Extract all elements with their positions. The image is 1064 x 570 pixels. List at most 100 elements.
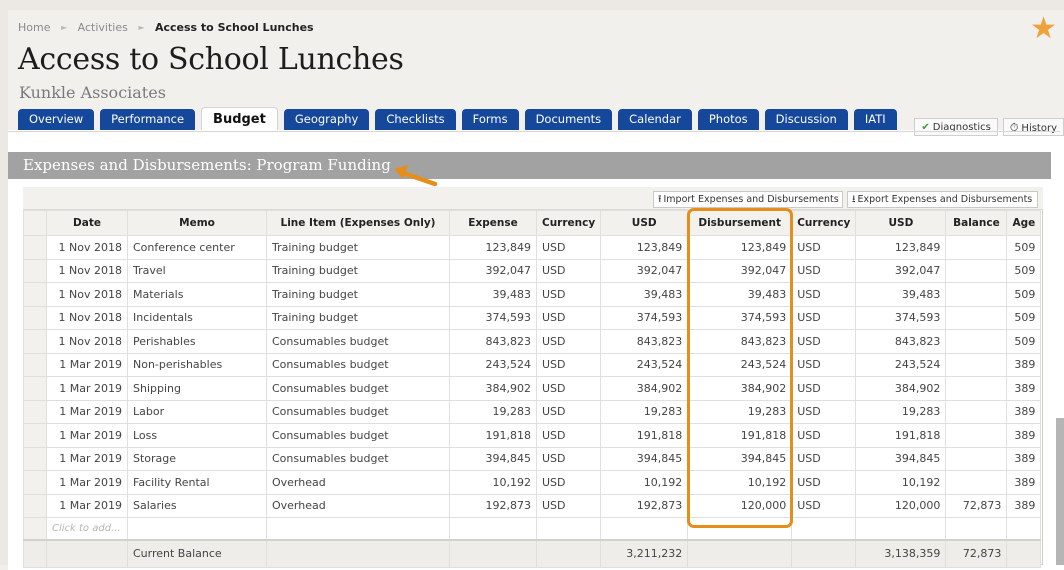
expense-cell[interactable]: 39,483 bbox=[449, 282, 537, 307]
tab-calendar[interactable]: Calendar bbox=[618, 109, 692, 130]
tab-budget[interactable]: Budget bbox=[201, 107, 278, 130]
memo-cell[interactable]: Loss bbox=[127, 423, 267, 448]
disbursement-cell[interactable]: 19,283 bbox=[687, 399, 793, 424]
add-row[interactable]: Click to add... bbox=[23, 517, 1042, 540]
memo-cell[interactable]: Labor bbox=[127, 399, 267, 424]
table-row[interactable]: 1 Mar 2019 Non-perishables Consumables bud… bbox=[23, 352, 1042, 377]
table-row[interactable]: 1 Mar 2019 Salaries Overhead 192,873 USD 192,… bbox=[23, 493, 1042, 518]
date-cell[interactable]: 1 Nov 2018 bbox=[46, 282, 128, 307]
disbursement-cell[interactable]: 123,849 bbox=[687, 235, 793, 260]
tab-discussion[interactable]: Discussion bbox=[764, 109, 848, 130]
expense-cell[interactable]: 374,593 bbox=[449, 305, 537, 330]
expense-cell[interactable]: 392,047 bbox=[449, 258, 537, 283]
table-row[interactable]: 1 Mar 2019 Labor Consumables budget 19,283 U… bbox=[23, 399, 1042, 424]
column-header-disbursement-usd[interactable]: USD bbox=[855, 210, 947, 236]
line-item-cell[interactable]: Training budget bbox=[266, 258, 450, 283]
memo-cell[interactable]: Conference center bbox=[127, 235, 267, 260]
table-row[interactable]: 1 Mar 2019 Facility Rental Overhead 10,192 U… bbox=[23, 470, 1042, 495]
disbursement-cell[interactable]: 243,524 bbox=[687, 352, 793, 377]
export-expenses-button[interactable]: ⭳ Export Expenses and Disbursements bbox=[847, 191, 1038, 208]
column-header-disbursement[interactable]: Disbursement bbox=[687, 210, 793, 236]
disbursement-currency-cell[interactable]: USD bbox=[791, 305, 857, 330]
currency-cell[interactable]: USD bbox=[535, 399, 602, 424]
date-cell[interactable]: 1 Mar 2019 bbox=[46, 493, 128, 518]
line-item-cell[interactable]: Consumables budget bbox=[266, 399, 450, 424]
vertical-scrollbar[interactable] bbox=[1056, 418, 1064, 565]
column-header-line-item[interactable]: Line Item (Expenses Only) bbox=[266, 210, 450, 236]
table-row[interactable]: 1 Mar 2019 Shipping Consumables budget 384,… bbox=[23, 376, 1042, 401]
tab-checklists[interactable]: Checklists bbox=[375, 109, 456, 130]
disbursement-currency-cell[interactable]: USD bbox=[791, 352, 857, 377]
line-item-cell[interactable]: Overhead bbox=[266, 493, 450, 518]
disbursement-currency-cell[interactable]: USD bbox=[791, 235, 857, 260]
tab-overview[interactable]: Overview bbox=[18, 109, 95, 130]
disbursement-currency-cell[interactable]: USD bbox=[791, 399, 857, 424]
disbursement-cell[interactable]: 394,845 bbox=[687, 446, 793, 471]
line-item-cell[interactable]: Training budget bbox=[266, 305, 450, 330]
disbursement-cell[interactable]: 191,818 bbox=[687, 423, 793, 448]
add-row-placeholder[interactable]: Click to add... bbox=[46, 517, 128, 540]
disbursement-currency-cell[interactable]: USD bbox=[791, 282, 857, 307]
import-expenses-button[interactable]: ⭱ Import Expenses and Disbursements bbox=[653, 191, 843, 208]
currency-cell[interactable]: USD bbox=[535, 446, 602, 471]
memo-cell[interactable]: Perishables bbox=[127, 329, 267, 354]
expense-cell[interactable]: 10,192 bbox=[449, 470, 537, 495]
table-row[interactable]: 1 Nov 2018 Materials Training budget 39,483… bbox=[23, 282, 1042, 307]
column-header-disbursement-currency[interactable]: Currency bbox=[791, 210, 857, 236]
expense-cell[interactable]: 123,849 bbox=[449, 235, 537, 260]
date-cell[interactable]: 1 Nov 2018 bbox=[46, 258, 128, 283]
currency-cell[interactable]: USD bbox=[535, 305, 602, 330]
table-row[interactable]: 1 Mar 2019 Loss Consumables budget 191,818 U… bbox=[23, 423, 1042, 448]
currency-cell[interactable]: USD bbox=[535, 493, 602, 518]
date-cell[interactable]: 1 Nov 2018 bbox=[46, 329, 128, 354]
currency-cell[interactable]: USD bbox=[535, 423, 602, 448]
memo-cell[interactable]: Materials bbox=[127, 282, 267, 307]
currency-cell[interactable]: USD bbox=[535, 470, 602, 495]
expense-cell[interactable]: 843,823 bbox=[449, 329, 537, 354]
disbursement-cell[interactable]: 843,823 bbox=[687, 329, 793, 354]
disbursement-cell[interactable]: 374,593 bbox=[687, 305, 793, 330]
table-row[interactable]: 1 Nov 2018 Conference center Training budg… bbox=[23, 235, 1042, 260]
tab-geography[interactable]: Geography bbox=[283, 109, 370, 130]
expense-cell[interactable]: 191,818 bbox=[449, 423, 537, 448]
disbursement-currency-cell[interactable]: USD bbox=[791, 329, 857, 354]
table-row[interactable]: 1 Nov 2018 Perishables Consumables budget 8… bbox=[23, 329, 1042, 354]
line-item-cell[interactable]: Consumables budget bbox=[266, 352, 450, 377]
memo-cell[interactable]: Salaries bbox=[127, 493, 267, 518]
disbursement-cell[interactable]: 392,047 bbox=[687, 258, 793, 283]
memo-cell[interactable]: Non-perishables bbox=[127, 352, 267, 377]
date-cell[interactable]: 1 Mar 2019 bbox=[46, 399, 128, 424]
disbursement-currency-cell[interactable]: USD bbox=[791, 376, 857, 401]
date-cell[interactable]: 1 Mar 2019 bbox=[46, 446, 128, 471]
date-cell[interactable]: 1 Nov 2018 bbox=[46, 305, 128, 330]
memo-cell[interactable]: Incidentals bbox=[127, 305, 267, 330]
disbursement-cell[interactable]: 39,483 bbox=[687, 282, 793, 307]
date-cell[interactable]: 1 Mar 2019 bbox=[46, 423, 128, 448]
expense-cell[interactable]: 394,845 bbox=[449, 446, 537, 471]
memo-cell[interactable]: Facility Rental bbox=[127, 470, 267, 495]
column-header-balance[interactable]: Balance bbox=[945, 210, 1008, 236]
column-header-date[interactable]: Date bbox=[46, 210, 128, 236]
line-item-cell[interactable]: Overhead bbox=[266, 470, 450, 495]
disbursement-cell[interactable]: 384,902 bbox=[687, 376, 793, 401]
disbursement-currency-cell[interactable]: USD bbox=[791, 423, 857, 448]
memo-cell[interactable]: Travel bbox=[127, 258, 267, 283]
line-item-cell[interactable]: Consumables budget bbox=[266, 329, 450, 354]
disbursement-currency-cell[interactable]: USD bbox=[791, 493, 857, 518]
date-cell[interactable]: 1 Mar 2019 bbox=[46, 376, 128, 401]
expense-cell[interactable]: 19,283 bbox=[449, 399, 537, 424]
currency-cell[interactable]: USD bbox=[535, 282, 602, 307]
column-header-memo[interactable]: Memo bbox=[127, 210, 267, 236]
column-header-expense[interactable]: Expense bbox=[449, 210, 537, 236]
date-cell[interactable]: 1 Nov 2018 bbox=[46, 235, 128, 260]
currency-cell[interactable]: USD bbox=[535, 258, 602, 283]
disbursement-currency-cell[interactable]: USD bbox=[791, 258, 857, 283]
tab-performance[interactable]: Performance bbox=[100, 109, 196, 130]
disbursement-cell[interactable]: 10,192 bbox=[687, 470, 793, 495]
line-item-cell[interactable]: Consumables budget bbox=[266, 423, 450, 448]
disbursement-currency-cell[interactable]: USD bbox=[791, 446, 857, 471]
date-cell[interactable]: 1 Mar 2019 bbox=[46, 352, 128, 377]
column-header-usd[interactable]: USD bbox=[600, 210, 689, 236]
line-item-cell[interactable]: Consumables budget bbox=[266, 376, 450, 401]
column-header-age[interactable]: Age bbox=[1006, 210, 1042, 236]
